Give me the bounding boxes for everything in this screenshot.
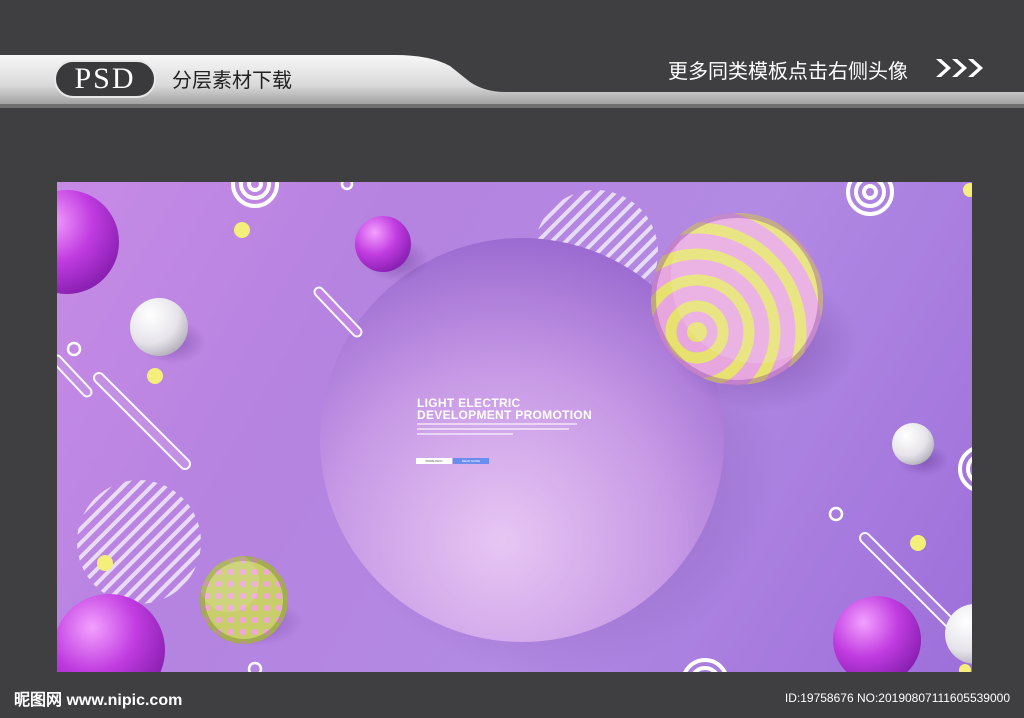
white-sphere [945, 604, 972, 664]
poster-headline: LIGHT ELECTRIC DEVELOPMENT PROMOTION [417, 397, 592, 421]
psd-badge: PSD [54, 60, 156, 98]
magenta-sphere [57, 190, 119, 294]
more-info-button[interactable]: MORE INFO [416, 458, 452, 464]
magenta-sphere [833, 596, 921, 672]
read-more-button[interactable]: READ MORE [453, 458, 489, 464]
header-subtitle: 分层素材下载 [172, 70, 292, 92]
striped-disc [77, 480, 201, 604]
nipic-logo[interactable]: 昵图网 www.nipic.com [14, 686, 182, 710]
triple-chevron-right-icon[interactable] [934, 55, 988, 81]
white-sphere [130, 298, 188, 356]
white-sphere [892, 423, 934, 465]
magenta-sphere [355, 216, 411, 272]
dotted-sphere [200, 556, 288, 644]
magenta-sphere [57, 594, 165, 672]
placeholder-text-lines [417, 423, 577, 438]
image-id-label: ID:19758676 NO:20190807111605539000 [784, 691, 1010, 705]
headline-line-2: DEVELOPMENT PROMOTION [417, 408, 592, 422]
promo-link[interactable]: 更多同类模板点击右侧头像 [668, 55, 908, 84]
poster: LIGHT ELECTRIC DEVELOPMENT PROMOTION MOR… [57, 182, 972, 672]
